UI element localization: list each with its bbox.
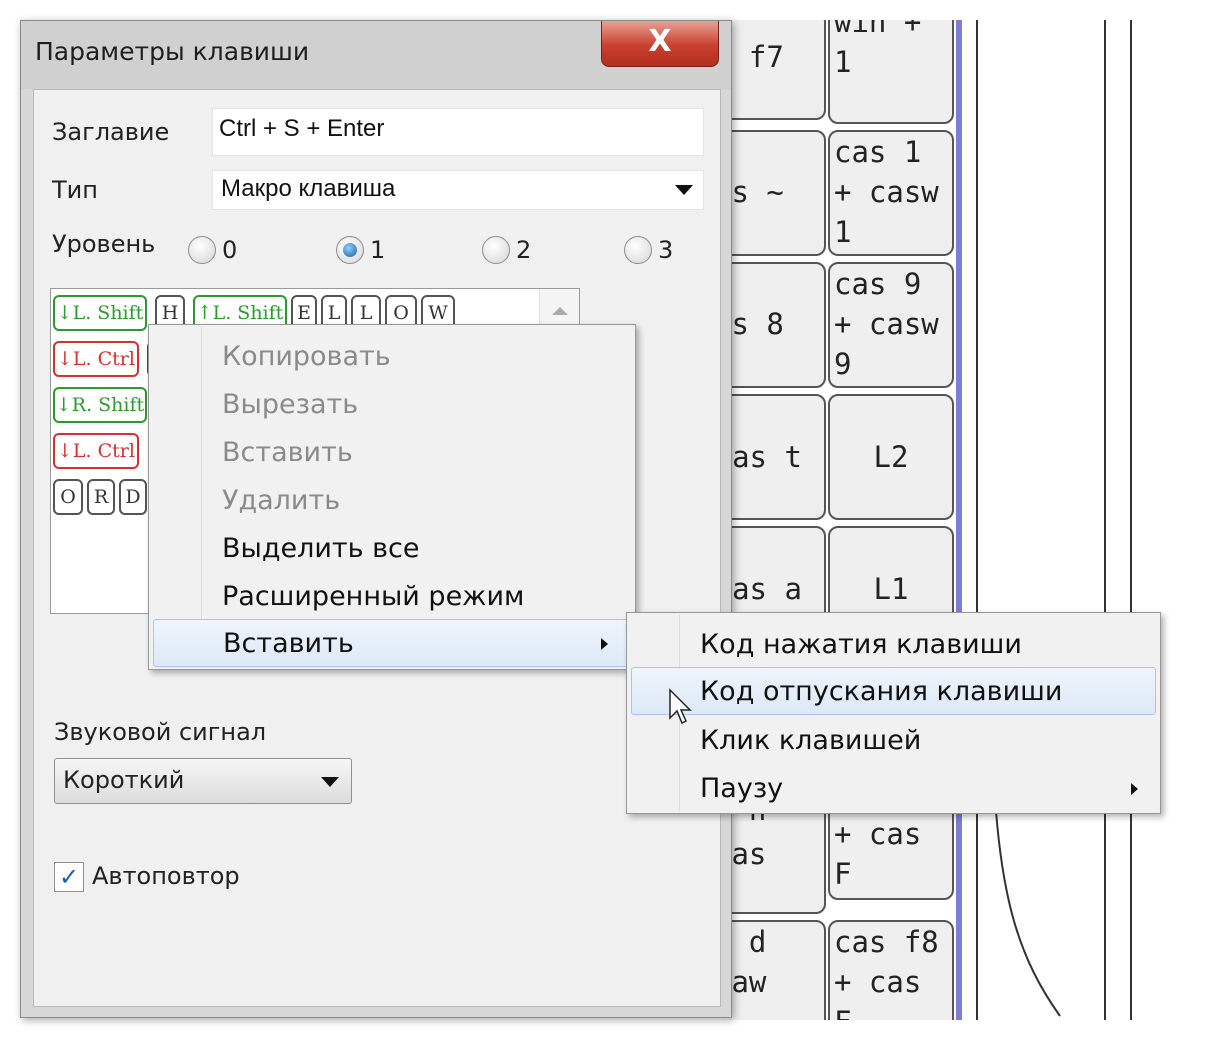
chevron-down-icon: [321, 777, 339, 787]
key-chip[interactable]: D: [119, 479, 147, 515]
chevron-down-icon: [675, 185, 693, 195]
grid-cell[interactable]: s f7: [728, 20, 826, 120]
key-chip[interactable]: ↓L. Ctrl: [53, 433, 139, 469]
level-radio-0[interactable]: [188, 236, 216, 264]
level-radio-2-label: 2: [516, 236, 532, 264]
menu-item-insert-label: Вставить: [223, 628, 354, 659]
level-radio-2[interactable]: [482, 236, 510, 264]
close-button[interactable]: X: [601, 21, 719, 67]
connector-curve: [993, 780, 1061, 1017]
menu-item-delete[interactable]: Удалить: [149, 477, 635, 525]
level-radio-3-label: 3: [658, 236, 674, 264]
context-menu: Копировать Вырезать Вставить Удалить Выд…: [148, 324, 636, 670]
submenu-arrow-icon: [1131, 783, 1138, 795]
autorepeat-checkbox[interactable]: ✓: [54, 862, 84, 892]
menu-item-advanced-mode[interactable]: Расширенный режим: [149, 573, 635, 621]
sound-select-value: Короткий: [63, 766, 185, 794]
menu-item-select-all[interactable]: Выделить все: [149, 525, 635, 573]
grid-cell[interactable]: as ~: [728, 130, 826, 256]
menu-item-insert[interactable]: Вставить: [153, 619, 631, 667]
dialog-title: Параметры клавиши: [35, 37, 310, 66]
scroll-up-icon[interactable]: [552, 307, 568, 315]
submenu-item-keyup-code[interactable]: Код отпускания клавиши: [631, 667, 1156, 715]
type-select[interactable]: Макро клавиша: [212, 170, 704, 210]
grid-cell[interactable]: cas 9 + casw 9: [828, 262, 954, 388]
grid-cell[interactable]: win + 1: [828, 20, 954, 124]
caption-input[interactable]: Ctrl + S + Enter: [212, 108, 704, 156]
autorepeat-label: Автоповтор: [92, 862, 240, 890]
level-radio-1[interactable]: [336, 236, 364, 264]
title-bar[interactable]: Параметры клавиши X: [21, 21, 731, 89]
menu-item-copy[interactable]: Копировать: [149, 333, 635, 381]
insert-submenu: Код нажатия клавиши Код отпускания клави…: [626, 612, 1161, 814]
submenu-item-key-click[interactable]: Клик клавишей: [627, 717, 1160, 765]
grid-cell[interactable]: cas 1 + casw 1: [828, 130, 954, 256]
sound-select[interactable]: Короткий: [54, 758, 352, 804]
level-radio-0-label: 0: [222, 236, 238, 264]
grid-cell[interactable]: s d caw: [728, 920, 826, 1020]
level-radio-1-label: 1: [370, 236, 386, 264]
key-chip[interactable]: R: [87, 479, 115, 515]
menu-item-cut[interactable]: Вырезать: [149, 381, 635, 429]
background-key-grid: s f7 win + 1 as ~ cas 1 + casw 1 as 8 ca…: [728, 20, 968, 1020]
type-select-value: Макро клавиша: [221, 175, 396, 202]
level-radio-3[interactable]: [624, 236, 652, 264]
grid-cell[interactable]: as t: [728, 394, 826, 520]
submenu-item-keydown-code[interactable]: Код нажатия клавиши: [627, 621, 1160, 669]
grid-cell[interactable]: L2: [828, 394, 954, 520]
submenu-arrow-icon: [601, 638, 608, 650]
key-chip[interactable]: ↓L. Ctrl: [53, 341, 139, 377]
mouse-cursor-icon: [669, 688, 692, 725]
sound-label: Звуковой сигнал: [54, 718, 267, 746]
key-chip[interactable]: ↓R. Shift: [53, 387, 147, 423]
submenu-item-pause[interactable]: Паузу: [627, 765, 1160, 813]
divider-line: [1130, 20, 1132, 1020]
type-label: Тип: [52, 176, 98, 204]
caption-label: Заглавие: [52, 118, 170, 146]
key-chip[interactable]: O: [53, 479, 83, 515]
grid-cell[interactable]: as 8: [728, 262, 826, 388]
key-chip[interactable]: ↓L. Shift: [53, 295, 147, 331]
submenu-item-pause-label: Паузу: [700, 773, 784, 804]
menu-item-paste[interactable]: Вставить: [149, 429, 635, 477]
grid-cell[interactable]: cas f8 + cas F: [828, 920, 954, 1020]
divider-line: [1104, 20, 1106, 1020]
level-label: Уровень: [52, 230, 156, 258]
